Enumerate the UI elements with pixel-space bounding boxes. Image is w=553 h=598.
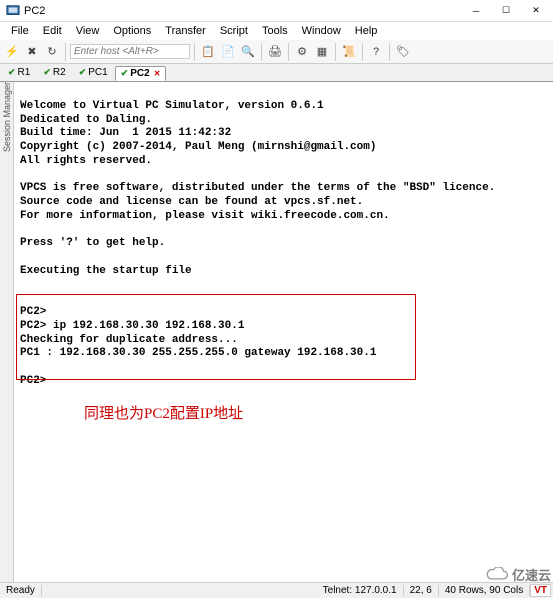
status-bar: Ready Telnet: 127.0.0.1 22, 6 40 Rows, 9… xyxy=(0,582,553,598)
command-icon[interactable]: ▦ xyxy=(313,43,331,61)
properties-icon[interactable]: ⚙ xyxy=(293,43,311,61)
menu-view[interactable]: View xyxy=(69,24,107,38)
host-input-wrap xyxy=(70,44,190,59)
toolbar-separator xyxy=(362,43,363,61)
host-input[interactable] xyxy=(70,44,190,59)
connect-icon[interactable]: ⚡ xyxy=(3,43,21,61)
tab-r2[interactable]: ✔R2 xyxy=(37,65,71,80)
close-button[interactable]: ✕ xyxy=(521,1,551,21)
check-icon: ✔ xyxy=(43,67,51,78)
toolbar-separator xyxy=(288,43,289,61)
menu-bar: File Edit View Options Transfer Script T… xyxy=(0,22,553,40)
side-panel-tab[interactable]: Session Manager xyxy=(0,82,14,582)
close-tab-icon[interactable]: ✕ xyxy=(154,69,161,78)
copy-icon[interactable]: 📋 xyxy=(199,43,217,61)
help-icon[interactable]: ? xyxy=(367,43,385,61)
paste-icon[interactable]: 📄 xyxy=(219,43,237,61)
disconnect-icon[interactable]: ✖ xyxy=(23,43,41,61)
tab-pc1[interactable]: ✔PC1 xyxy=(73,65,114,80)
reconnect-icon[interactable]: ↻ xyxy=(43,43,61,61)
menu-script[interactable]: Script xyxy=(213,24,255,38)
toolbar: ⚡ ✖ ↻ 📋 📄 🔍 🖨 ⚙ ▦ 📜 ? 🏷 xyxy=(0,40,553,64)
check-icon: ✔ xyxy=(79,67,87,78)
status-telnet: Telnet: 127.0.0.1 xyxy=(317,585,404,596)
toolbar-separator xyxy=(389,43,390,61)
session-tabs: ✔R1 ✔R2 ✔PC1 ✔PC2✕ xyxy=(0,64,553,82)
check-icon: ✔ xyxy=(121,68,129,79)
tab-label: R1 xyxy=(18,67,31,78)
status-vt: VT xyxy=(530,584,551,597)
side-tab-label: Session Manager xyxy=(2,82,12,158)
toolbar-separator xyxy=(194,43,195,61)
find-icon[interactable]: 🔍 xyxy=(239,43,257,61)
check-icon: ✔ xyxy=(8,67,16,78)
terminal-output[interactable]: Welcome to Virtual PC Simulator, version… xyxy=(14,82,553,582)
toolbar-separator xyxy=(65,43,66,61)
menu-options[interactable]: Options xyxy=(106,24,158,38)
menu-file[interactable]: File xyxy=(4,24,36,38)
minimize-button[interactable]: ─ xyxy=(461,1,491,21)
status-cursor: 22, 6 xyxy=(404,585,439,596)
about-icon[interactable]: 🏷 xyxy=(394,43,412,61)
menu-window[interactable]: Window xyxy=(295,24,348,38)
tab-label: PC1 xyxy=(88,67,107,78)
menu-edit[interactable]: Edit xyxy=(36,24,69,38)
script-icon[interactable]: 📜 xyxy=(340,43,358,61)
status-ready: Ready xyxy=(0,585,42,596)
annotation-text: 同理也为PC2配置IP地址 xyxy=(84,402,243,423)
status-size: 40 Rows, 90 Cols xyxy=(439,585,530,596)
window-title: PC2 xyxy=(24,5,461,17)
toolbar-separator xyxy=(335,43,336,61)
menu-help[interactable]: Help xyxy=(348,24,385,38)
maximize-button[interactable]: ☐ xyxy=(491,1,521,21)
toolbar-separator xyxy=(261,43,262,61)
content-area: Session Manager Welcome to Virtual PC Si… xyxy=(0,82,553,582)
app-icon xyxy=(6,4,20,18)
tab-pc2[interactable]: ✔PC2 ✕ xyxy=(115,66,167,81)
print-icon[interactable]: 🖨 xyxy=(266,43,284,61)
menu-tools[interactable]: Tools xyxy=(255,24,295,38)
tab-label: PC2 xyxy=(130,68,149,79)
title-bar: PC2 ─ ☐ ✕ xyxy=(0,0,553,22)
tab-label: R2 xyxy=(53,67,66,78)
window-controls: ─ ☐ ✕ xyxy=(461,1,551,21)
menu-transfer[interactable]: Transfer xyxy=(158,24,213,38)
tab-r1[interactable]: ✔R1 xyxy=(2,65,36,80)
